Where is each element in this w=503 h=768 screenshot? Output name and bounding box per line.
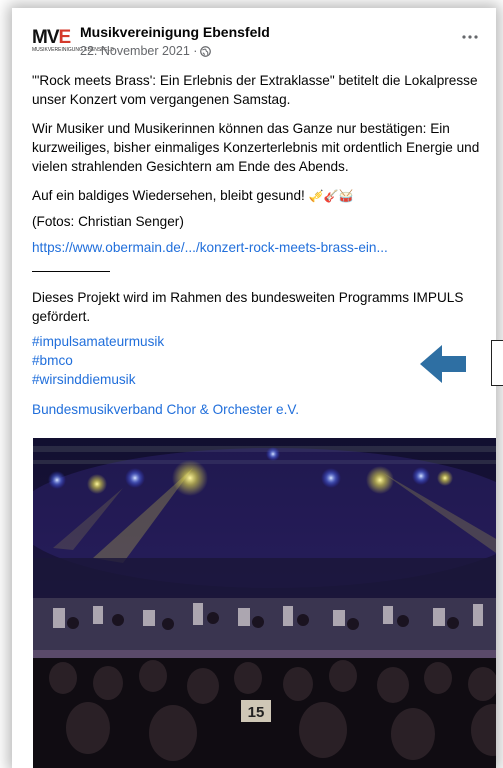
photo-credit: (Fotos: Christian Senger) bbox=[32, 214, 184, 229]
post-photo[interactable]: 15 bbox=[33, 438, 496, 768]
more-options-icon bbox=[462, 35, 478, 39]
globe-icon bbox=[200, 45, 212, 57]
emoji-group: 🎺🎸🥁 bbox=[308, 189, 354, 203]
left-arrow-icon bbox=[420, 345, 466, 383]
post-paragraph-1: "'Rock meets Brass': Ein Erlebnis der Ex… bbox=[32, 73, 478, 107]
separator-line bbox=[32, 271, 110, 272]
post-paragraph-3: Auf ein baldiges Wiedersehen, bleibt ges… bbox=[32, 188, 354, 203]
side-box bbox=[491, 340, 503, 386]
more-options-button[interactable] bbox=[462, 30, 478, 40]
hashtag-bmco[interactable]: #bmco bbox=[32, 351, 480, 370]
org-link[interactable]: Bundesmusikverband Chor & Orchester e.V. bbox=[32, 400, 480, 419]
post-header: MVE MUSIKVEREINIGUNG EBENSFELD Musikvere… bbox=[32, 22, 486, 64]
page-name-link[interactable]: Musikvereinigung Ebensfeld bbox=[80, 24, 270, 40]
hashtag-wirsinddiemusik[interactable]: #wirsinddiemusik bbox=[32, 370, 480, 389]
article-link[interactable]: https://www.obermain.de/.../konzert-rock… bbox=[32, 238, 480, 257]
funding-note: Dieses Projekt wird im Rahmen des bundes… bbox=[32, 290, 464, 324]
hashtag-impulsamateurmusik[interactable]: #impulsamateurmusik bbox=[32, 332, 480, 351]
post-paragraph-2: Wir Musiker und Musikerinnen können das … bbox=[32, 121, 480, 174]
seat-number: 15 bbox=[248, 704, 265, 721]
post-date[interactable]: 22. November 2021 · bbox=[80, 44, 197, 58]
concert-photo-image: 15 bbox=[33, 438, 496, 768]
logo-mark: MVE bbox=[32, 27, 71, 48]
post-meta: 22. November 2021 · bbox=[80, 44, 212, 58]
page-logo[interactable]: MVE MUSIKVEREINIGUNG EBENSFELD bbox=[32, 27, 114, 54]
